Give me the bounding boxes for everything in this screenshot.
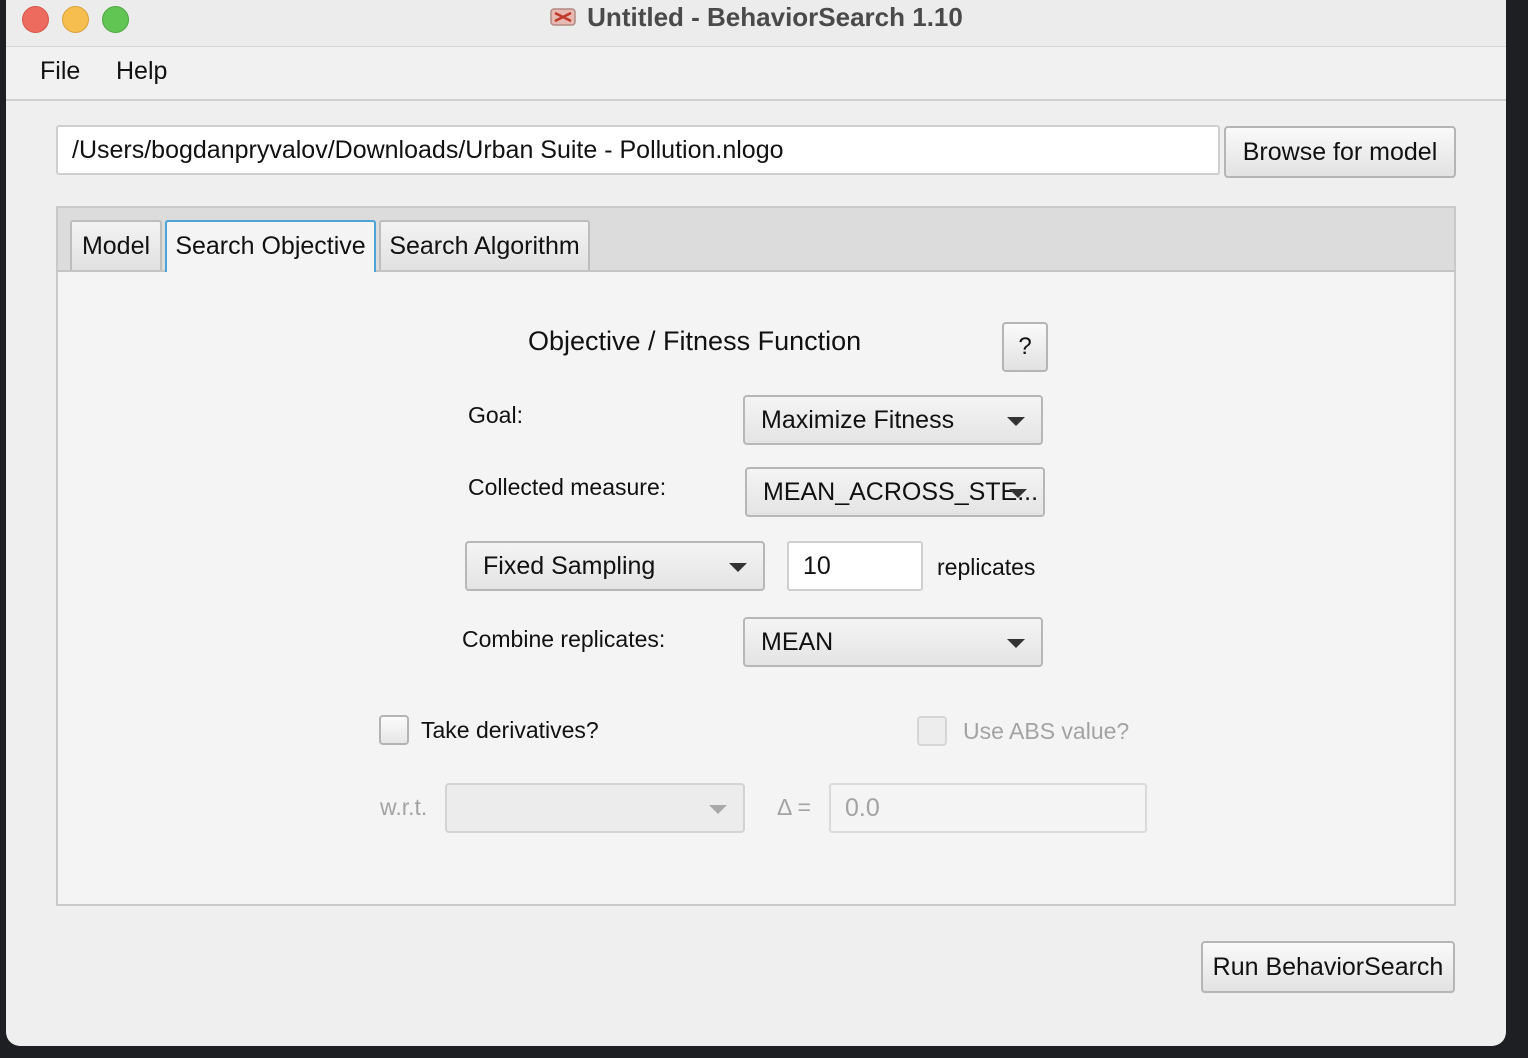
- wrt-select[interactable]: [445, 783, 745, 833]
- chevron-down-icon: [1007, 417, 1025, 426]
- behaviorsearch-app-icon: [549, 5, 577, 29]
- title-bar: Untitled - BehaviorSearch 1.10: [6, 0, 1506, 47]
- window-title: Untitled - BehaviorSearch 1.10: [6, 2, 1506, 33]
- combine-replicates-label: Combine replicates:: [462, 626, 666, 652]
- combine-replicates-value: MEAN: [761, 628, 834, 656]
- delta-input[interactable]: 0.0: [829, 783, 1147, 833]
- run-behaviorsearch-button[interactable]: Run BehaviorSearch: [1201, 941, 1455, 993]
- window-title-text: Untitled - BehaviorSearch 1.10: [587, 2, 963, 32]
- take-derivatives-checkbox[interactable]: [379, 715, 409, 745]
- replicates-label: replicates: [937, 554, 1036, 580]
- menu-help[interactable]: Help: [116, 57, 167, 86]
- menu-file[interactable]: File: [40, 57, 80, 86]
- goal-select[interactable]: Maximize Fitness: [743, 395, 1043, 445]
- collected-measure-value: MEAN_ACROSS_STE...: [763, 478, 1039, 506]
- chevron-down-icon: [1007, 639, 1025, 648]
- chevron-down-icon: [709, 805, 727, 814]
- combine-replicates-select[interactable]: MEAN: [743, 617, 1043, 667]
- chevron-down-icon: [729, 563, 747, 572]
- delta-label: Δ =: [777, 794, 811, 820]
- goal-select-value: Maximize Fitness: [761, 406, 955, 434]
- use-abs-value-checkbox[interactable]: [917, 716, 947, 746]
- menu-bar: File Help: [6, 47, 1506, 101]
- objective-heading: Objective / Fitness Function: [528, 326, 862, 356]
- sampling-method-value: Fixed Sampling: [483, 552, 656, 580]
- tab-search-algorithm[interactable]: Search Algorithm: [379, 220, 590, 270]
- collected-measure-label: Collected measure:: [468, 474, 667, 500]
- tab-model[interactable]: Model: [70, 220, 162, 270]
- take-derivatives-label: Take derivatives?: [421, 717, 599, 743]
- tab-pane: Model Search Objective Search Algorithm …: [56, 206, 1456, 906]
- replicates-input[interactable]: 10: [787, 541, 923, 591]
- sampling-method-select[interactable]: Fixed Sampling: [465, 541, 765, 591]
- goal-label: Goal:: [468, 402, 523, 428]
- app-window: Untitled - BehaviorSearch 1.10 File Help…: [6, 0, 1506, 1046]
- help-button[interactable]: ?: [1002, 322, 1048, 372]
- wrt-label: w.r.t.: [380, 794, 428, 820]
- chevron-down-icon: [1009, 489, 1027, 498]
- use-abs-value-label: Use ABS value?: [963, 718, 1130, 744]
- tab-strip: Model Search Objective Search Algorithm: [58, 208, 1454, 272]
- model-path-input[interactable]: /Users/bogdanpryvalov/Downloads/Urban Su…: [56, 125, 1220, 175]
- browse-for-model-button[interactable]: Browse for model: [1224, 126, 1456, 178]
- collected-measure-select[interactable]: MEAN_ACROSS_STE...: [745, 467, 1045, 517]
- tab-search-objective[interactable]: Search Objective: [165, 220, 376, 272]
